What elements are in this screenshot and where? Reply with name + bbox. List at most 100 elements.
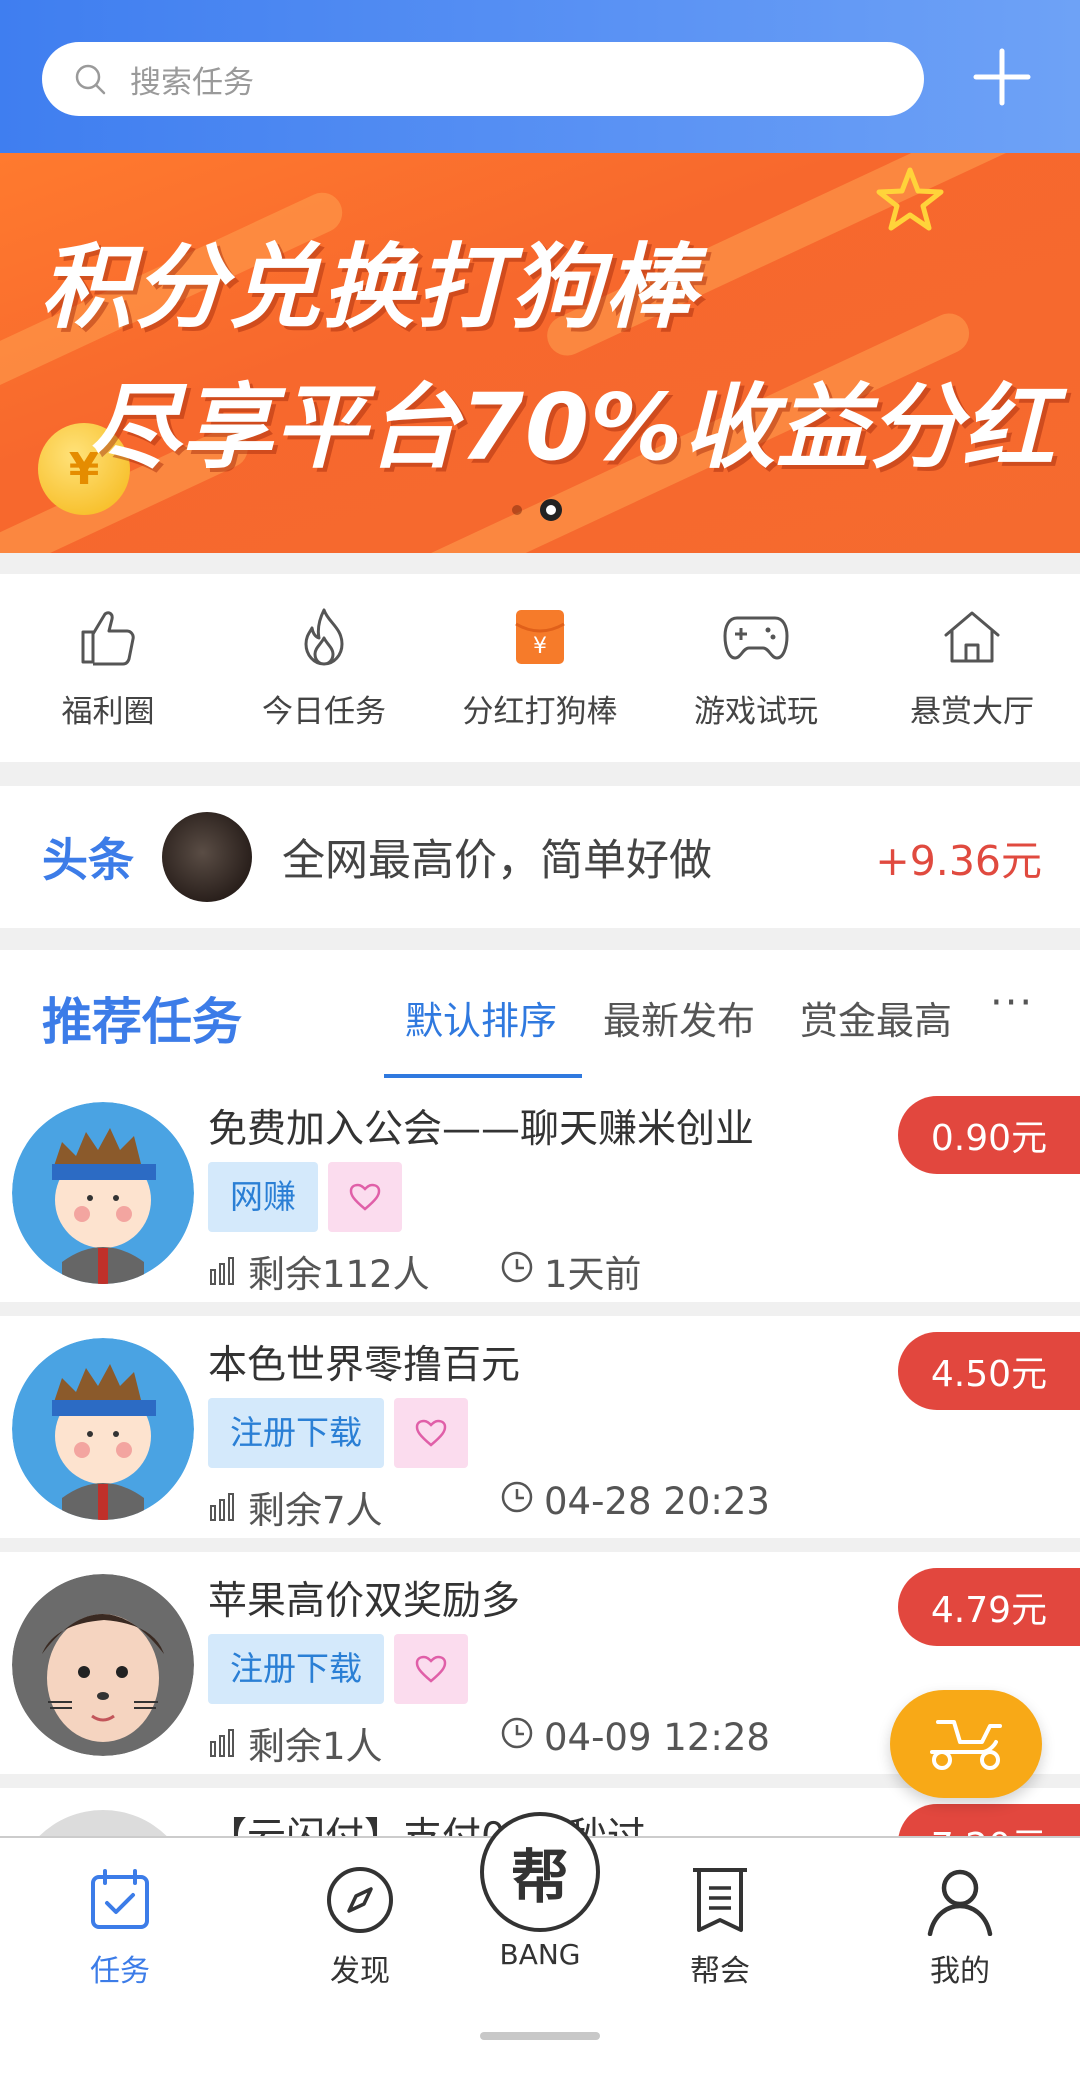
- task-title: 免费加入公会——聊天赚米创业: [208, 1107, 755, 1152]
- red-envelope-icon: ¥: [505, 602, 575, 672]
- favorite-button[interactable]: [394, 1634, 468, 1704]
- nav-tasks[interactable]: 任务: [40, 1860, 200, 1990]
- nav-label: 帮会: [690, 1954, 750, 1989]
- remaining-text: 剩余112人: [248, 1253, 430, 1296]
- avatar: [162, 812, 252, 902]
- clock-icon: [500, 1716, 534, 1759]
- banner-flag-icon: [680, 1860, 760, 1940]
- plus-icon: [973, 48, 1031, 106]
- remaining-text: 剩余1人: [248, 1725, 383, 1768]
- nav-discover[interactable]: 发现: [280, 1860, 440, 1990]
- calendar-check-icon: [80, 1860, 160, 1940]
- task-item[interactable]: 免费加入公会——聊天赚米创业 网赚 剩余112人 1天前 0.90元: [0, 1080, 1080, 1302]
- task-remaining: 剩余7人: [208, 1480, 383, 1534]
- top-header: 搜索任务: [0, 0, 1080, 153]
- task-remaining: 剩余112人: [208, 1244, 430, 1298]
- time-text: 04-28 20:23: [544, 1480, 770, 1523]
- task-item[interactable]: 本色世界零撸百元 注册下载 剩余7人 04-28 20:23 4.50元: [0, 1316, 1080, 1538]
- search-icon: [70, 59, 110, 99]
- reward-badge: 0.90元: [898, 1096, 1080, 1174]
- section-title: 推荐任务: [42, 993, 242, 1051]
- quick-menu: 福利圈 今日任务 ¥ 分红打狗棒 游戏试玩 悬赏大厅: [0, 574, 1080, 762]
- compass-icon: [320, 1860, 400, 1940]
- reward-badge: 7.20元: [898, 1804, 1080, 1836]
- nav-label: 任务: [90, 1954, 150, 1989]
- time-text: 1天前: [544, 1253, 642, 1296]
- carousel-dot-active: [540, 499, 562, 521]
- recommend-header: 推荐任务 默认排序 最新发布 赏金最高 ···: [0, 950, 1080, 1080]
- more-button[interactable]: ···: [990, 980, 1034, 1026]
- headline-bar[interactable]: 头条 全网最高价，简单好做 +9.36元: [0, 786, 1080, 928]
- bar-chart-icon: [208, 1492, 238, 1522]
- search-input[interactable]: 搜索任务: [130, 57, 254, 102]
- task-tag: 网赚: [208, 1162, 318, 1232]
- bang-center-button[interactable]: 帮: [480, 1812, 600, 1932]
- task-time: 1天前: [500, 1244, 642, 1298]
- quick-item-label: 福利圈: [61, 694, 155, 730]
- task-time: 04-28 20:23: [500, 1480, 770, 1523]
- task-remaining: 剩余1人: [208, 1716, 383, 1770]
- home-icon: [937, 602, 1007, 672]
- time-text: 04-09 12:28: [544, 1716, 770, 1759]
- quick-item-today[interactable]: 今日任务: [216, 574, 432, 762]
- headline-amount: +9.36元: [875, 837, 1042, 885]
- headline-tag: 头条: [42, 833, 134, 887]
- scooter-icon: [930, 1720, 1002, 1770]
- star-icon: [876, 167, 944, 231]
- avatar: [12, 1102, 194, 1284]
- task-tag: 注册下载: [208, 1634, 384, 1704]
- avatar: [12, 1338, 194, 1520]
- promo-banner[interactable]: ¥ 积分兑换打狗棒 尽享平台70%收益分红: [0, 153, 1080, 553]
- quick-item-label: 游戏试玩: [694, 694, 818, 730]
- clock-icon: [500, 1480, 534, 1523]
- tab-highest-reward[interactable]: 赏金最高: [800, 990, 952, 1045]
- home-indicator[interactable]: [480, 2032, 600, 2040]
- quick-item-dividend[interactable]: ¥ 分红打狗棒: [432, 574, 648, 762]
- bar-chart-icon: [208, 1728, 238, 1758]
- heart-icon: [415, 1419, 447, 1447]
- gamepad-icon: [721, 602, 791, 672]
- bar-chart-icon: [208, 1256, 238, 1286]
- favorite-button[interactable]: [328, 1162, 402, 1232]
- task-tag: 注册下载: [208, 1398, 384, 1468]
- flame-icon: [289, 602, 359, 672]
- carousel-indicator: [512, 499, 562, 521]
- search-bar[interactable]: 搜索任务: [42, 42, 924, 116]
- nav-mine[interactable]: 我的: [880, 1860, 1040, 1990]
- quick-item-bounty[interactable]: 悬赏大厅: [864, 574, 1080, 762]
- headline-text: 全网最高价，简单好做: [282, 836, 712, 886]
- reward-badge: 4.79元: [898, 1568, 1080, 1646]
- task-title: 苹果高价双奖励多: [208, 1579, 521, 1624]
- task-title: 本色世界零撸百元: [208, 1343, 521, 1388]
- tab-newest[interactable]: 最新发布: [603, 990, 755, 1045]
- favorite-button[interactable]: [394, 1398, 468, 1468]
- avatar: [12, 1574, 194, 1756]
- heart-icon: [415, 1655, 447, 1683]
- bottom-nav: 任务 发现 帮 BANG 帮会 我的: [0, 1812, 1080, 2078]
- quick-item-label: 今日任务: [262, 694, 386, 730]
- quick-item-welfare[interactable]: 福利圈: [0, 574, 216, 762]
- quick-item-label: 悬赏大厅: [910, 694, 1034, 730]
- banner-subline: 尽享平台70%收益分红: [88, 374, 1056, 481]
- tab-default-sort[interactable]: 默认排序: [405, 990, 557, 1045]
- nav-label: 我的: [930, 1954, 990, 1989]
- banner-headline: 积分兑换打狗棒: [40, 234, 699, 341]
- add-task-button[interactable]: [970, 45, 1034, 109]
- scooter-float-button[interactable]: [890, 1690, 1042, 1798]
- svg-text:¥: ¥: [533, 634, 547, 659]
- reward-badge: 4.50元: [898, 1332, 1080, 1410]
- heart-icon: [349, 1183, 381, 1211]
- task-time: 04-09 12:28: [500, 1716, 770, 1759]
- thumbs-up-icon: [73, 602, 143, 672]
- remaining-text: 剩余7人: [248, 1489, 383, 1532]
- active-tab-indicator: [384, 1074, 582, 1078]
- carousel-dot: [512, 505, 522, 515]
- clock-icon: [500, 1250, 534, 1293]
- nav-label: 发现: [330, 1954, 390, 1989]
- avatar: [12, 1810, 194, 1836]
- quick-item-label: 分红打狗棒: [462, 694, 618, 730]
- nav-club[interactable]: 帮会: [640, 1860, 800, 1990]
- quick-item-games[interactable]: 游戏试玩: [648, 574, 864, 762]
- user-icon: [920, 1860, 1000, 1940]
- bang-label: BANG: [499, 1938, 581, 1971]
